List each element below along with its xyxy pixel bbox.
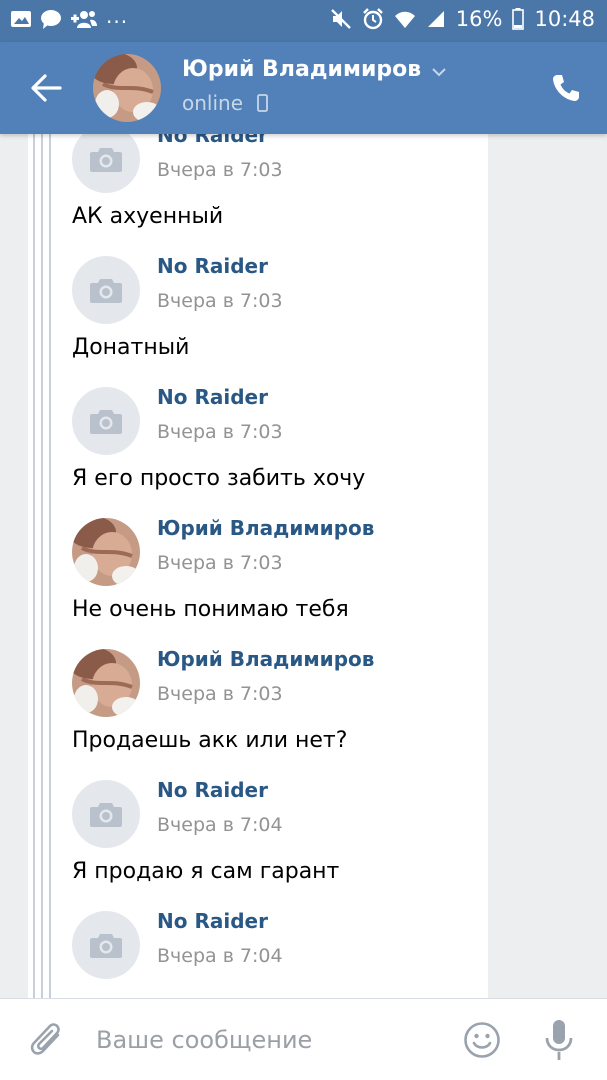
paperclip-icon[interactable] [30,1021,66,1061]
status-bar: ... 16% 10:48 [0,0,607,42]
message-notification-icon [41,10,61,29]
wifi-icon [394,11,415,28]
camera-placeholder-avatar[interactable] [72,387,140,455]
microphone-icon[interactable] [543,1018,575,1062]
message-text: Продаешь акк или нет? [72,728,348,753]
message-author[interactable]: No Raider [157,254,268,278]
message-timestamp: Вчера в 7:03 [157,159,283,181]
contact-avatar[interactable] [93,54,161,122]
forward-quote-lines [28,134,68,998]
message-text: Донатный [72,335,190,360]
message-timestamp: Вчера в 7:04 [157,814,283,836]
chevron-down-icon[interactable] [430,65,448,79]
message-author[interactable]: Юрий Владимиров [157,516,374,540]
message-item[interactable]: Юрий Владимиров Вчера в 7:03 Продаешь акк … [72,647,492,780]
message-timestamp: Вчера в 7:03 [157,290,283,312]
camera-icon [90,148,122,172]
author-avatar[interactable] [72,649,140,717]
message-text: Не очень понимаю тебя [72,597,349,622]
camera-placeholder-avatar[interactable] [72,134,140,193]
battery-icon [512,8,525,30]
back-arrow-icon[interactable] [28,70,64,106]
message-author[interactable]: No Raider [157,134,268,147]
camera-icon [90,279,122,303]
message-item[interactable]: No Raider Вчера в 7:03 Донатный [72,254,492,387]
clock: 10:48 [534,7,595,31]
online-status: online [182,91,244,115]
author-avatar[interactable] [72,518,140,586]
phone-call-icon[interactable] [550,72,582,104]
mobile-device-icon [257,94,268,112]
camera-placeholder-avatar[interactable] [72,780,140,848]
more-notifications: ... [106,4,129,28]
message-feed[interactable]: No Raider Вчера в 7:03 АК ахуенный No Raide… [0,134,607,998]
message-timestamp: Вчера в 7:03 [157,421,283,443]
chat-header: Юрий Владимиров online [0,42,607,134]
message-timestamp: Вчера в 7:03 [157,683,283,705]
message-text: АК ахуенный [72,204,224,229]
emoji-icon[interactable] [463,1021,501,1059]
message-timestamp: Вчера в 7:04 [157,945,283,967]
message-item[interactable]: No Raider Вчера в 7:04 Я продаю я сам гара… [72,778,492,911]
message-author[interactable]: Юрий Владимиров [157,647,374,671]
message-author[interactable]: No Raider [157,385,268,409]
message-input[interactable] [96,1017,436,1063]
camera-icon [90,934,122,958]
message-author[interactable]: No Raider [157,909,268,933]
battery-percent: 16% [455,7,503,31]
camera-placeholder-avatar[interactable] [72,256,140,324]
contact-name[interactable]: Юрий Владимиров [182,57,421,82]
message-item[interactable]: Юрий Владимиров Вчера в 7:03 Не очень пони… [72,516,492,649]
message-timestamp: Вчера в 7:03 [157,552,283,574]
message-author[interactable]: No Raider [157,778,268,802]
camera-icon [90,410,122,434]
camera-placeholder-avatar[interactable] [72,911,140,979]
message-composer [0,998,607,1080]
add-friend-notification-icon [71,11,97,28]
message-text: Я продаю я сам гарант [72,859,340,884]
message-item[interactable]: No Raider Вчера в 7:03 Я его просто забить… [72,385,492,518]
camera-icon [90,803,122,827]
message-item[interactable]: No Raider Вчера в 7:03 АК ахуенный [72,134,492,256]
alarm-icon [362,8,383,30]
mute-icon [330,9,351,29]
message-item[interactable]: No Raider Вчера в 7:04 [72,909,492,998]
gallery-notification-icon [11,11,31,27]
signal-icon [427,11,444,27]
message-text: Я его просто забить хочу [72,466,366,491]
